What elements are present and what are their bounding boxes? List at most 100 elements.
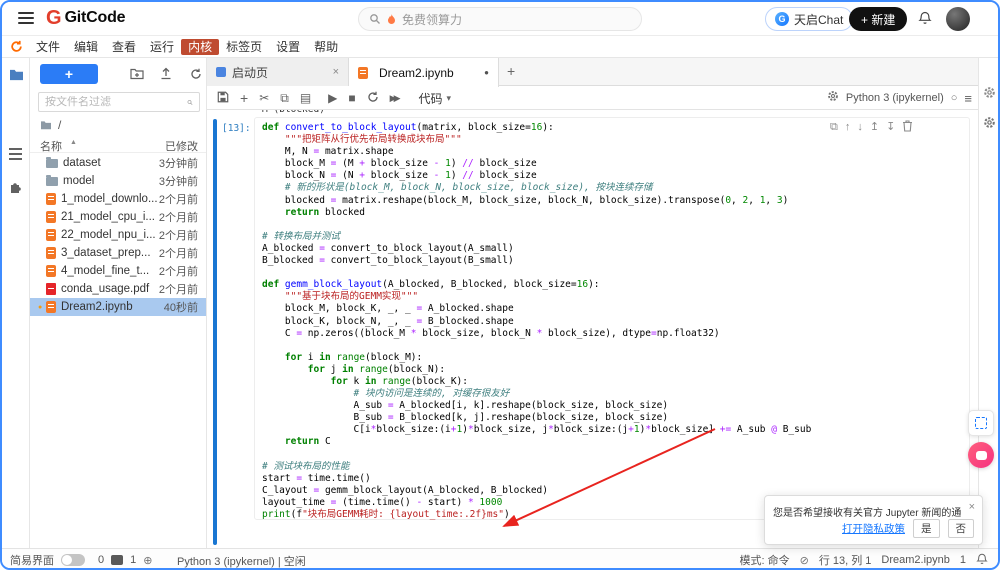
env-refresh-icon[interactable] (10, 40, 23, 53)
file-browser-icon[interactable] (9, 68, 24, 86)
kernel-status-icon[interactable]: ○ (951, 92, 958, 104)
code-line: C[i*block_size:(i+1)*block_size, j*block… (262, 424, 812, 436)
circle-plus-icon[interactable]: ⊕ (143, 554, 152, 567)
customer-service-button[interactable] (968, 442, 994, 468)
kernel-status-text[interactable]: Python 3 (ipykernel) | 空闲 (177, 553, 306, 568)
menu-item[interactable]: 帮助 (307, 39, 345, 55)
code-line: B_sub = B_blocked[k, j].reshape(block_si… (262, 412, 669, 424)
breadcrumb[interactable]: / (40, 118, 61, 132)
gear-icon[interactable] (983, 116, 996, 134)
paste-icon[interactable]: ▤ (300, 92, 311, 104)
move-up-icon[interactable]: ↑ (845, 122, 851, 133)
code-line: block_M, block_K, _, _ = A_blocked.shape (262, 303, 514, 315)
column-modified[interactable]: 已修改 (165, 138, 198, 154)
insert-above-icon[interactable]: ↥ (870, 122, 879, 133)
copy-icon[interactable]: ⧉ (280, 92, 289, 104)
file-filter-field[interactable] (45, 96, 187, 108)
tianqi-chat-button[interactable]: G 天启Chat (765, 7, 854, 31)
new-folder-icon[interactable] (130, 67, 144, 85)
interrupt-icon[interactable]: ■ (348, 92, 355, 104)
file-row[interactable]: 1_model_downlo... 2个月前 (30, 190, 206, 208)
cell-type-dropdown[interactable]: 代码 ▾ (419, 90, 452, 107)
delete-cell-icon[interactable] (902, 120, 913, 135)
popup-text: 您是否希望接收有关官方 Jupyter 新闻的通知? (773, 508, 961, 519)
folder-icon (46, 156, 58, 168)
file-row[interactable]: 21_model_cpu_i... 2个月前 (30, 208, 206, 226)
file-row[interactable]: dataset 3分钟前 (30, 154, 206, 172)
gitcode-jupyter-window: G GitCode 免费领算力 G 天启Chat + 新建 文件 编辑 查看 运行 内核… (0, 0, 1000, 570)
code-lines[interactable]: def convert_to_block_layout(matrix, bloc… (262, 122, 811, 521)
file-name: Dream2.ipynb (61, 301, 133, 313)
menu-item[interactable]: 标签页 (219, 39, 269, 55)
search-input[interactable]: 免费领算力 (358, 7, 642, 31)
insert-below-icon[interactable]: ↧ (886, 122, 895, 133)
file-modified: 2个月前 (158, 230, 198, 242)
filter-search-icon (187, 99, 193, 105)
tab-close-icon[interactable]: × (333, 66, 339, 78)
refresh-icon[interactable] (190, 67, 202, 85)
move-down-icon[interactable]: ↓ (857, 122, 863, 133)
file-row[interactable]: 3_dataset_prep... 2个月前 (30, 244, 206, 262)
circle-slash-icon[interactable]: ⊘ (800, 554, 809, 567)
file-row[interactable]: conda_usage.pdf 2个月前 (30, 280, 206, 298)
menu-item[interactable]: 内核 (181, 38, 220, 55)
status-bar: 简易界面 0 1 ⊕ Python 3 (ipykernel) | 空闲 模式:… (2, 548, 998, 568)
gitcode-logo[interactable]: G GitCode (46, 7, 126, 29)
main-area: 启动页 × Dream2.ipynb ● + + ✂ ⧉ ▤ ▶ ■ ▶▶ 代码… (207, 58, 978, 548)
file-row[interactable]: 22_model_npu_i... 2个月前 (30, 226, 206, 244)
save-icon[interactable] (217, 91, 229, 105)
cut-icon[interactable]: ✂ (259, 92, 269, 104)
file-modified: 2个月前 (158, 212, 198, 224)
run-all-icon[interactable]: ▶▶ (390, 93, 401, 103)
notebook-toolbar: + ✂ ⧉ ▤ ▶ ■ ▶▶ 代码 ▾ Python 3 (ipykernel)… (207, 87, 978, 110)
property-inspector-icon[interactable] (983, 86, 996, 104)
sort-asc-icon[interactable]: ▲ (70, 139, 77, 146)
insert-cell-icon[interactable]: + (240, 91, 248, 105)
file-row[interactable]: model 3分钟前 (30, 172, 206, 190)
statusbar-bell-icon[interactable] (976, 553, 988, 568)
new-launcher-button[interactable]: + (40, 64, 98, 84)
search-placeholder: 免费领算力 (402, 12, 463, 27)
upload-icon[interactable] (160, 67, 172, 85)
notebook-icon (46, 301, 56, 313)
tab-notebook[interactable]: Dream2.ipynb ● (349, 58, 499, 87)
hamburger-menu-icon[interactable] (18, 12, 34, 25)
notebook-content[interactable]: M (blocked) [13]: def convert_to_block_l… (207, 110, 978, 548)
add-tab-icon[interactable]: + (507, 63, 515, 79)
user-avatar[interactable] (946, 7, 970, 31)
file-filter-input[interactable] (38, 92, 200, 112)
kernel-name[interactable]: Python 3 (ipykernel) (846, 92, 944, 104)
menu-item[interactable]: 文件 (29, 39, 67, 55)
terminal-count[interactable]: 0 (98, 554, 104, 566)
menu-item[interactable]: 查看 (105, 39, 143, 55)
yes-button[interactable]: 是 (913, 519, 940, 538)
code-line: A_sub = A_blocked[i, k].reshape(block_si… (262, 400, 669, 412)
statusbar-notif-count[interactable]: 1 (960, 554, 966, 566)
table-of-contents-icon[interactable] (9, 148, 22, 163)
tab-launcher[interactable]: 启动页 × (207, 58, 349, 86)
privacy-policy-link[interactable]: 打开隐私政策 (842, 521, 905, 536)
simple-mode-toggle[interactable] (61, 554, 85, 566)
code-line: C = np.zeros((block_M * block_size, bloc… (262, 327, 720, 339)
notification-bell-icon[interactable] (918, 11, 932, 30)
kernel-count[interactable]: 1 (130, 554, 136, 566)
new-button[interactable]: + 新建 (849, 7, 908, 31)
restart-kernel-icon[interactable] (367, 91, 379, 105)
column-name[interactable]: 名称 (40, 138, 62, 154)
breadcrumb-root[interactable]: / (58, 118, 61, 132)
notebook-icon (46, 211, 56, 223)
duplicate-cell-icon[interactable]: ⧉ (830, 122, 838, 133)
menu-item[interactable]: 编辑 (67, 39, 105, 55)
file-row[interactable]: 4_model_fine_t... 2个月前 (30, 262, 206, 280)
extensions-puzzle-icon[interactable] (9, 180, 23, 199)
toolbar-menu-icon[interactable]: ≡ (964, 91, 972, 106)
run-icon[interactable]: ▶ (328, 92, 337, 104)
file-row[interactable]: ● Dream2.ipynb 40秒前 (30, 298, 206, 316)
menu-item[interactable]: 设置 (269, 39, 307, 55)
feedback-button[interactable] (968, 410, 994, 436)
popup-close-icon[interactable]: × (969, 501, 975, 513)
code-line: block_N = (N + block_size - 1) // block_… (262, 170, 537, 182)
menu-item[interactable]: 运行 (143, 39, 181, 55)
kernel-gear-icon[interactable] (827, 89, 839, 107)
no-button[interactable]: 否 (947, 519, 974, 538)
